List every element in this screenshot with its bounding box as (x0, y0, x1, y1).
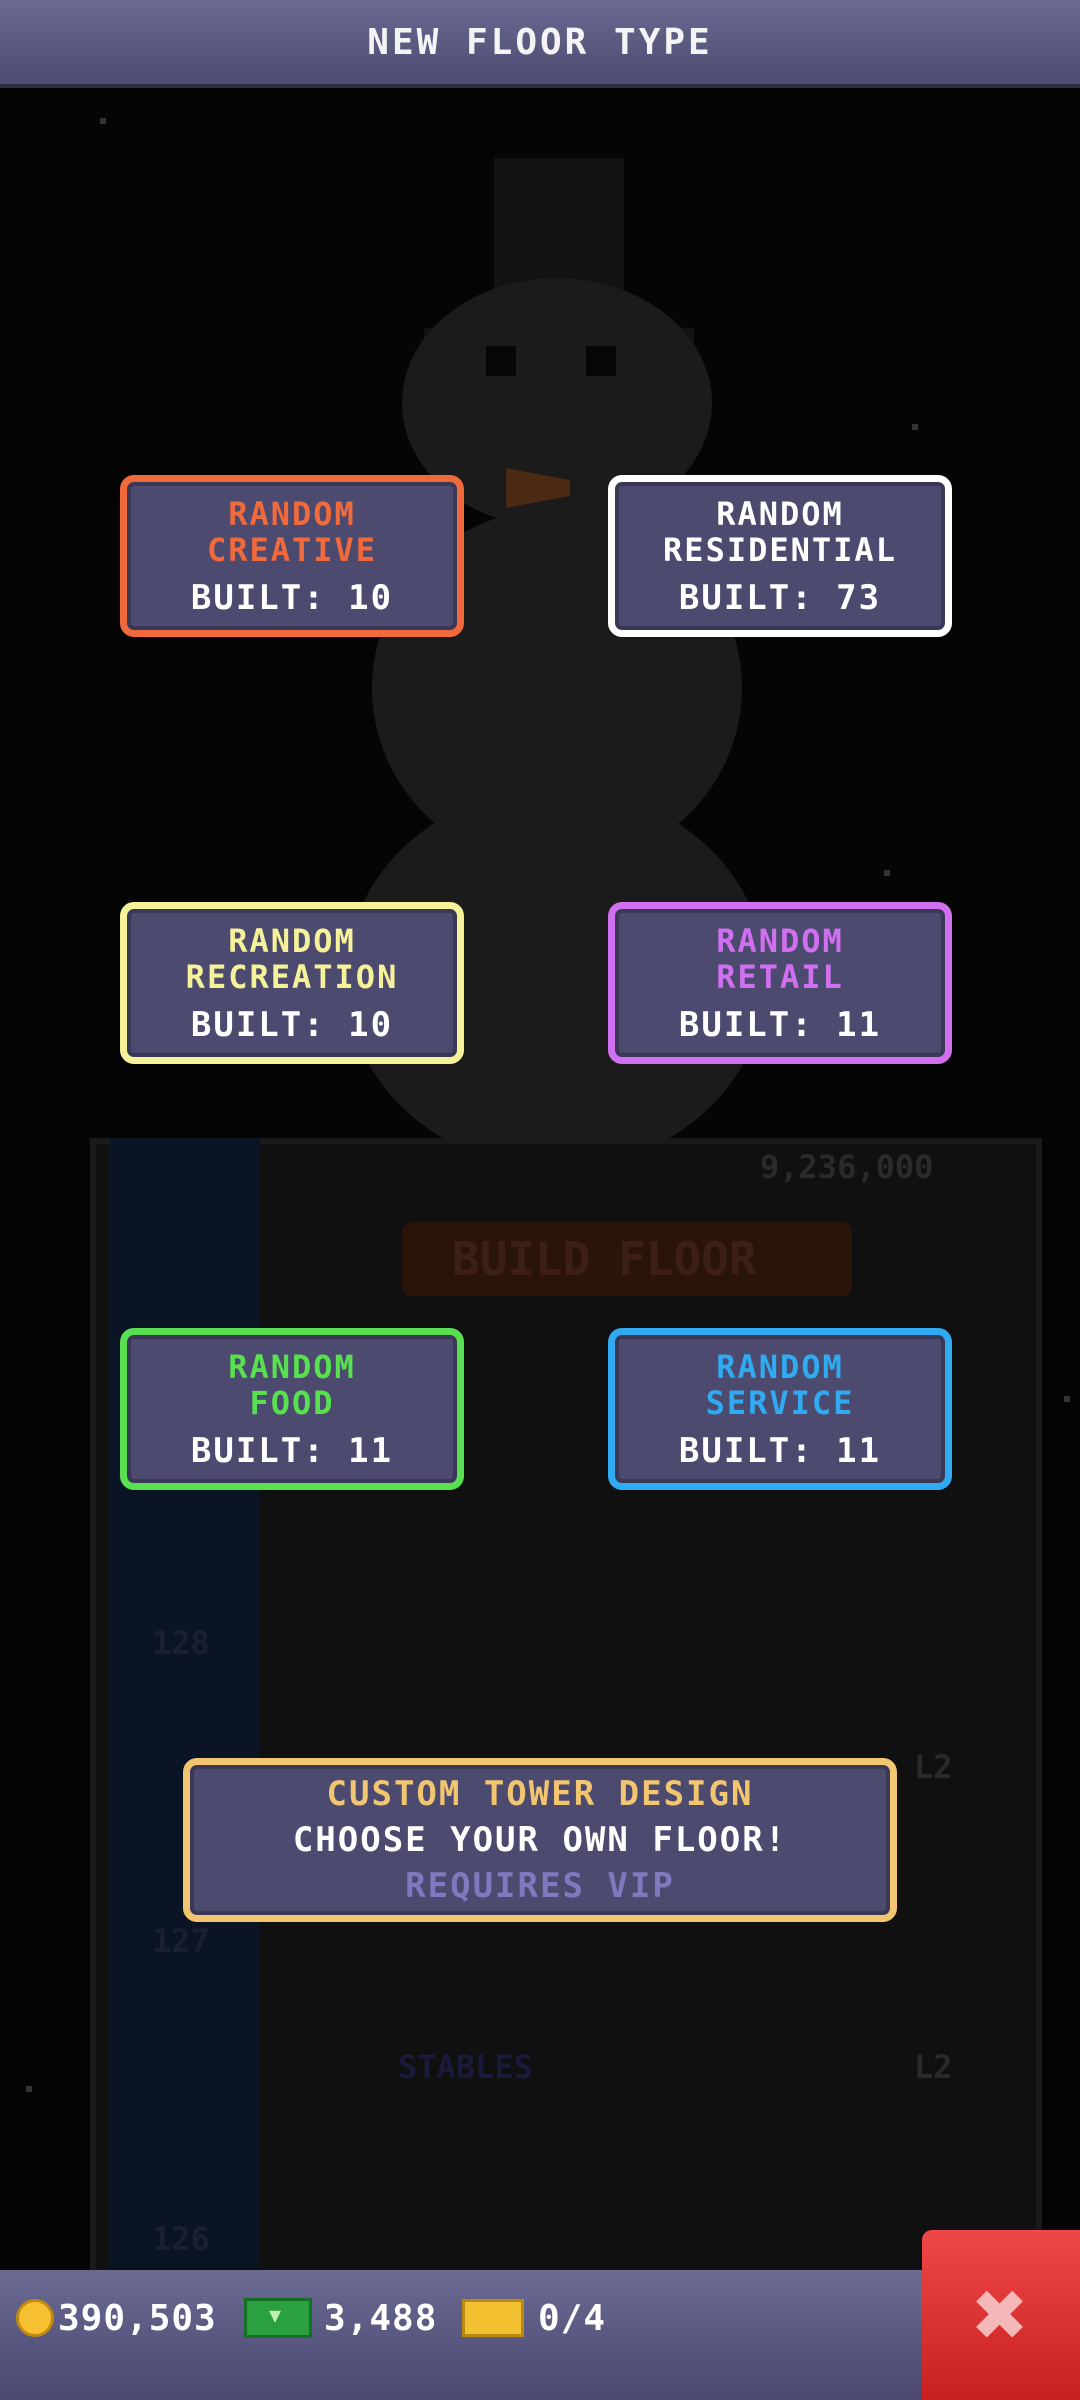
background-scene: BUILD FLOOR 9,236,000 128 127 126 STABLE… (0, 88, 1080, 2280)
elevator-shaft (110, 1138, 260, 2268)
built-count: BUILT: 10 (190, 578, 394, 618)
random-creative-button[interactable]: RANDOM CREATIVE BUILT: 10 (120, 475, 464, 637)
option-line2: FOOD (249, 1384, 335, 1422)
coins-value: 390,503 (58, 2297, 217, 2339)
random-retail-button[interactable]: RANDOM RETAIL BUILT: 11 (608, 902, 952, 1064)
snowman-eye (586, 346, 616, 376)
tickets-stat: 0/4 (462, 2294, 606, 2342)
star (912, 424, 918, 430)
page-title: NEW FLOOR TYPE (367, 21, 713, 63)
random-residential-button[interactable]: RANDOM RESIDENTIAL BUILT: 73 (608, 475, 952, 637)
star (1064, 1396, 1070, 1402)
option-line1: RANDOM (716, 1348, 844, 1386)
option-line1: RANDOM (716, 495, 844, 533)
option-line1: RANDOM (716, 922, 844, 960)
built-count: BUILT: 10 (190, 1005, 394, 1045)
snowman-eye (486, 346, 516, 376)
build-floor-price: 9,236,000 (760, 1148, 934, 1186)
random-service-button[interactable]: RANDOM SERVICE BUILT: 11 (608, 1328, 952, 1490)
bux-value: 3,488 (324, 2297, 438, 2339)
random-food-button[interactable]: RANDOM FOOD BUILT: 11 (120, 1328, 464, 1490)
star (26, 2086, 32, 2092)
floor-number-127: 127 (152, 1922, 210, 1960)
stables-floor-label: STABLES (398, 2048, 533, 2086)
option-line1: RANDOM (228, 922, 356, 960)
custom-subtitle: CHOOSE YOUR OWN FLOOR! (292, 1820, 788, 1860)
random-recreation-button[interactable]: RANDOM RECREATION BUILT: 10 (120, 902, 464, 1064)
floor-level-label: L2 (914, 2048, 953, 2086)
option-line1: RANDOM (228, 1348, 356, 1386)
floor-level-label: L2 (914, 1748, 953, 1786)
close-icon: ✖ (973, 2261, 1029, 2368)
option-line2: RESIDENTIAL (663, 531, 897, 569)
built-count: BUILT: 73 (678, 578, 882, 618)
built-count: BUILT: 11 (678, 1431, 882, 1471)
star (100, 118, 106, 124)
option-line2: RECREATION (185, 958, 399, 996)
coin-icon (16, 2299, 54, 2337)
bux-stat: 3,488 (244, 2294, 437, 2342)
close-button[interactable]: ✖ (922, 2230, 1080, 2400)
custom-title: CUSTOM TOWER DESIGN (326, 1774, 754, 1814)
built-count: BUILT: 11 (678, 1005, 882, 1045)
option-line1: RANDOM (228, 495, 356, 533)
floor-number-128: 128 (152, 1624, 210, 1662)
custom-requirement: REQUIRES VIP (405, 1866, 675, 1906)
coins-stat: 390,503 (16, 2294, 217, 2342)
tickets-value: 0/4 (538, 2297, 607, 2339)
build-floor-text: BUILD FLOOR (452, 1232, 757, 1286)
option-line2: CREATIVE (206, 531, 378, 569)
built-count: BUILT: 11 (190, 1431, 394, 1471)
star (884, 870, 890, 876)
custom-tower-design-button[interactable]: CUSTOM TOWER DESIGN CHOOSE YOUR OWN FLOO… (183, 1758, 897, 1922)
option-line2: RETAIL (716, 958, 844, 996)
header-bar: NEW FLOOR TYPE (0, 0, 1080, 88)
ticket-icon (462, 2299, 524, 2337)
floor-number-126: 126 (152, 2220, 210, 2258)
bux-icon (244, 2298, 312, 2338)
option-line2: SERVICE (705, 1384, 855, 1422)
